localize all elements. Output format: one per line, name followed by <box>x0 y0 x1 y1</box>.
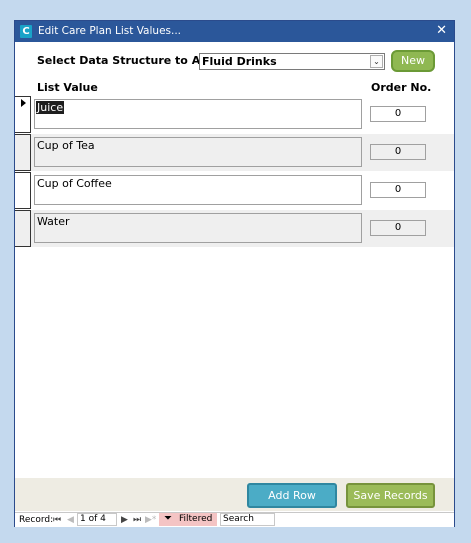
order-no-field[interactable]: 0 <box>370 182 426 198</box>
save-records-button[interactable]: Save Records <box>346 483 435 508</box>
order-no-header: Order No. <box>371 81 432 94</box>
form-footer: Add Row Save Records <box>15 478 454 511</box>
record-selector[interactable] <box>15 210 31 247</box>
list-value-text: Cup of Tea <box>37 139 95 152</box>
filter-toggle[interactable]: ⏷ Filtered <box>159 513 217 526</box>
app-logo-icon: C <box>20 25 32 38</box>
new-button[interactable]: New <box>391 50 435 72</box>
list-value-text: Cup of Coffee <box>37 177 112 190</box>
record-selector[interactable] <box>15 134 31 171</box>
filtered-label: Filtered <box>179 514 213 524</box>
table-row: Cup of Tea 0 <box>15 134 454 171</box>
funnel-icon: ⏷ <box>164 513 172 524</box>
order-no-field[interactable]: 0 <box>370 144 426 160</box>
list-value-field[interactable]: Juice <box>34 99 362 129</box>
add-row-button[interactable]: Add Row <box>247 483 337 508</box>
data-structure-combobox[interactable]: Fluid Drinks ⌄ <box>199 53 385 70</box>
record-label: Record: <box>19 515 54 525</box>
search-input[interactable]: Search <box>220 513 275 526</box>
record-selector[interactable] <box>15 96 31 133</box>
current-record-field[interactable]: 1 of 4 <box>77 513 117 526</box>
dialog-window: C Edit Care Plan List Values... ✕ Select… <box>14 20 455 527</box>
list-value-field[interactable]: Cup of Coffee <box>34 175 362 205</box>
list-value-header: List Value <box>37 81 98 94</box>
close-icon[interactable]: ✕ <box>436 23 447 38</box>
last-record-icon[interactable]: ⏭ <box>133 514 141 526</box>
list-value-text: Juice <box>36 101 65 114</box>
list-value-text: Water <box>37 215 70 228</box>
table-row: Juice 0 <box>15 96 454 133</box>
record-navigation-bar: Record: ⏮ ◀ 1 of 4 ▶ ⏭ ▶* ⏷ Filtered Sea… <box>15 512 454 527</box>
order-no-field[interactable]: 0 <box>370 106 426 122</box>
list-value-field[interactable]: Water <box>34 213 362 243</box>
next-record-icon[interactable]: ▶ <box>121 514 128 526</box>
window-title: Edit Care Plan List Values... <box>38 25 182 37</box>
data-structure-value: Fluid Drinks <box>202 55 277 68</box>
list-value-field[interactable]: Cup of Tea <box>34 137 362 167</box>
record-selector[interactable] <box>15 172 31 209</box>
title-bar: C Edit Care Plan List Values... ✕ <box>15 21 454 42</box>
new-record-icon[interactable]: ▶* <box>145 514 156 526</box>
first-record-icon[interactable]: ⏮ <box>53 514 61 526</box>
table-row: Water 0 <box>15 210 454 247</box>
chevron-down-icon[interactable]: ⌄ <box>370 55 383 68</box>
order-no-field[interactable]: 0 <box>370 220 426 236</box>
table-row: Cup of Coffee 0 <box>15 172 454 209</box>
current-record-arrow-icon <box>21 99 26 107</box>
previous-record-icon[interactable]: ◀ <box>67 514 74 526</box>
